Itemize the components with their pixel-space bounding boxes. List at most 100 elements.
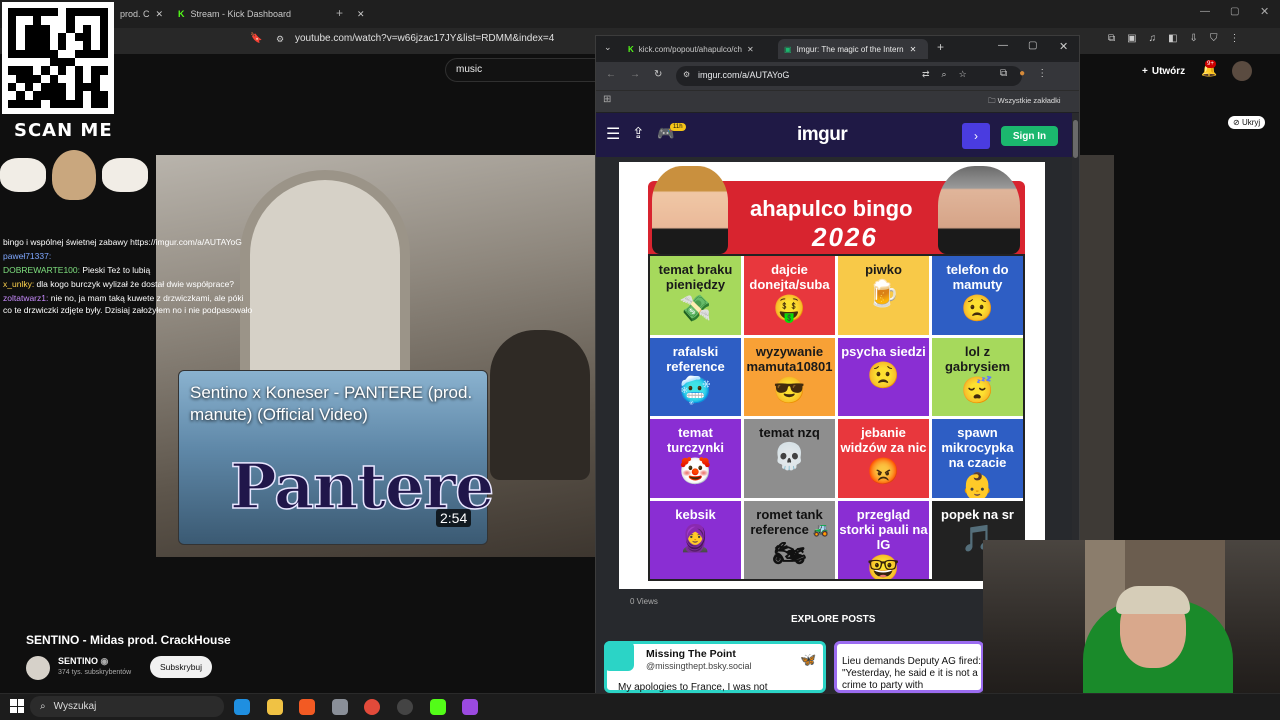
profile-icon[interactable]: ●: [1019, 68, 1025, 79]
channel-name[interactable]: SENTINO ◉: [58, 656, 108, 667]
tab-youtube[interactable]: prod. C ✕: [112, 4, 171, 24]
all-bookmarks[interactable]: 🗀 Wszystkie zakładki: [988, 95, 1061, 108]
screenshot-icon[interactable]: ▣: [1127, 33, 1136, 44]
close-icon[interactable]: ✕: [357, 9, 365, 20]
scroll-thumb[interactable]: [1073, 120, 1078, 158]
search-input[interactable]: music: [445, 58, 605, 82]
qr-module: [99, 57, 108, 67]
qr-module: [82, 91, 92, 100]
upload-icon[interactable]: ⇪: [632, 124, 645, 142]
emote-row: [0, 150, 148, 200]
translate-icon[interactable]: ⇄: [922, 69, 930, 80]
qr-module: [24, 66, 33, 75]
new-tab-button[interactable]: +: [937, 40, 944, 54]
qr-module: [16, 32, 25, 42]
site-info-icon[interactable]: ⚙: [683, 70, 690, 79]
app-icon[interactable]: [332, 699, 348, 715]
music-icon[interactable]: ♫: [1149, 33, 1157, 44]
qr-module: [49, 57, 58, 67]
taskbar-search[interactable]: ⌕ Wyszukaj: [30, 696, 224, 717]
popup-toolbar: ⧉ ● ⋮: [1000, 68, 1047, 79]
close-window-button[interactable]: ✕: [1260, 5, 1269, 18]
popup-url-field[interactable]: imgur.com/a/AUTAYoG: [676, 66, 1022, 86]
qr-module: [32, 66, 42, 75]
qr-code: [2, 2, 114, 114]
bingo-cell-label: temat turczynki: [666, 425, 725, 455]
tab-kick-chat[interactable]: K kick.com/popout/ahapulco/ch ✕: [622, 39, 772, 59]
close-icon[interactable]: ✕: [747, 45, 754, 54]
qr-module: [32, 41, 42, 50]
download-icon[interactable]: ⇩: [1190, 33, 1198, 44]
kick-icon: K: [178, 9, 185, 19]
bingo-cell-label: przegląd storki pauli na IG: [839, 506, 928, 552]
qr-module: [41, 8, 50, 17]
obs-icon[interactable]: [397, 699, 413, 715]
hide-button[interactable]: ⊘ Ukryj: [1228, 116, 1266, 129]
bingo-cell: romet tank reference 🚜 🏍: [744, 500, 835, 579]
tab-search-icon[interactable]: ⌄: [604, 42, 612, 53]
qr-module: [91, 99, 100, 108]
bingo-cell: wyzywanie mamuta10801 😎: [744, 337, 835, 416]
apps-icon[interactable]: ⊞: [603, 94, 611, 105]
maximize-button[interactable]: ▢: [1230, 6, 1239, 17]
qr-module: [82, 8, 92, 17]
new-tab-button[interactable]: +: [336, 6, 343, 20]
menu-icon[interactable]: ⋮: [1229, 33, 1239, 44]
extension-icon[interactable]: ⧉: [1108, 33, 1115, 44]
kick-app-icon[interactable]: [430, 699, 446, 715]
sidepanel-icon[interactable]: ◧: [1168, 33, 1177, 44]
forward-icon[interactable]: →: [630, 69, 640, 80]
file-explorer-icon[interactable]: [267, 699, 283, 715]
menu-icon[interactable]: ⋮: [1037, 68, 1047, 79]
chat-message: paweł71337:: [3, 251, 52, 261]
qr-module: [91, 49, 100, 58]
hamburger-icon[interactable]: ☰: [606, 124, 620, 144]
qr-module: [74, 57, 83, 67]
brave-icon[interactable]: [299, 699, 315, 715]
minimize-button[interactable]: —: [998, 40, 1008, 51]
reload-icon[interactable]: ↻: [654, 69, 662, 80]
chrome-icon[interactable]: [364, 699, 380, 715]
bookmark-icon[interactable]: 🔖: [250, 33, 262, 44]
close-icon[interactable]: ✕: [156, 9, 164, 20]
minimize-button[interactable]: —: [1200, 6, 1210, 17]
zoom-icon[interactable]: ⌕: [942, 69, 947, 80]
sign-in-button[interactable]: Sign In: [1001, 126, 1058, 146]
hand-emote-icon: [0, 158, 46, 192]
shield-icon[interactable]: ⛉: [1210, 33, 1218, 44]
channel-avatar[interactable]: [26, 656, 50, 680]
qr-module: [32, 49, 42, 58]
imgur-logo[interactable]: imgur: [797, 124, 848, 146]
app-icon[interactable]: [462, 699, 478, 715]
close-window-button[interactable]: ✕: [1059, 40, 1068, 53]
site-info-icon[interactable]: ⚙: [276, 34, 284, 45]
bingo-cell: temat turczynki 🤡: [650, 419, 741, 498]
edge-icon[interactable]: [234, 699, 250, 715]
create-button[interactable]: + Utwórz: [1134, 60, 1193, 82]
qr-module: [24, 91, 33, 100]
plus-icon: +: [1142, 65, 1148, 77]
bingo-cell-label: rafalski reference: [666, 343, 725, 374]
video-bell-scene: [490, 330, 590, 480]
qr-module: [41, 16, 50, 25]
qr-module: [99, 16, 108, 25]
windows-start-icon[interactable]: [10, 699, 24, 713]
bingo-cell-label: romet tank reference 🚜: [750, 506, 829, 537]
qr-module: [57, 91, 67, 100]
qr-module: [49, 8, 58, 17]
qr-module: [49, 66, 58, 75]
url-field[interactable]: youtube.com/watch?v=w66jzac17JY&list=RDM…: [295, 33, 554, 44]
extension-icon[interactable]: ⧉: [1000, 68, 1007, 79]
next-post-button[interactable]: ›: [962, 123, 990, 149]
maximize-button[interactable]: ▢: [1028, 40, 1037, 51]
close-icon[interactable]: ✕: [910, 45, 917, 54]
qr-module: [74, 66, 83, 75]
extension-toolbar[interactable]: ⧉ ▣ ♫ ◧ ⇩ ⛉ ⋮: [1108, 33, 1239, 44]
star-icon[interactable]: ☆: [959, 69, 967, 80]
tab-imgur[interactable]: ▣ Imgur: The magic of the Intern ✕: [778, 39, 928, 59]
subscribe-button[interactable]: Subskrybuj: [150, 656, 213, 678]
avatar[interactable]: [1232, 61, 1252, 81]
back-icon[interactable]: ←: [606, 69, 616, 80]
bingo-grid: temat braku pieniędzy 💸 dajcie donejta/sub…: [648, 254, 1025, 581]
qr-module: [49, 74, 58, 83]
